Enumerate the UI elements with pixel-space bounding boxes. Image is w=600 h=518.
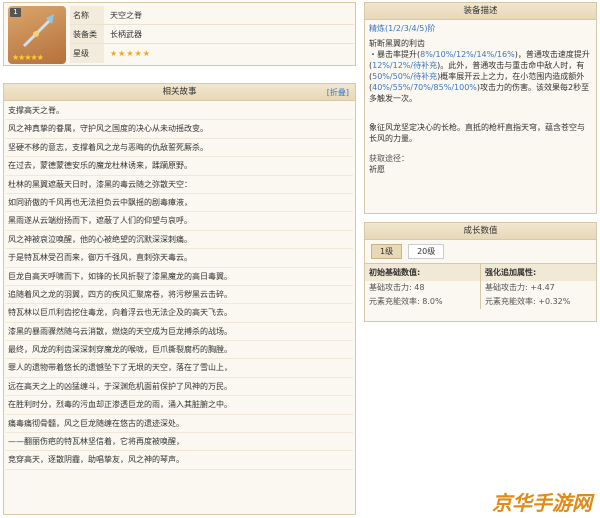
base-stats-heading: 初始基础数值: — [365, 264, 480, 281]
lore-text: 象征风龙坚定决心的长枪。直抵的枪杆直指天穹，蕴含苍空与长风的力量。 — [369, 123, 585, 143]
site-watermark: 京华手游网 — [492, 491, 592, 515]
info-row-name: 名称 天空之脊 — [70, 6, 354, 25]
story-lines: 支撑高天之脊。 风之神真挚的眷属，守护风之国度的决心从未动摇改变。 坚硬不移的意志，… — [4, 101, 355, 471]
description-header: 装备描述 — [365, 3, 596, 20]
skill-text: ・暴击率提升( — [369, 50, 421, 59]
tab-level-20[interactable]: 20级 — [408, 244, 445, 259]
skill-value: 8%/10%/12%/14%/16% — [420, 50, 515, 59]
story-line: ——翻丽伤疤的特瓦林坚信着，它将再度被唤醒， — [6, 433, 353, 452]
bonus-stats-column: 强化追加属性: 基础攻击力: +4.47 元素充能效率: +0.32% — [480, 264, 596, 309]
story-line: 竞穿高天，逐散阴霾，助唱挚友，风之神的琴声。 — [6, 451, 353, 470]
story-line: 特瓦林以巨爪利齿挖住毒龙，向着浮云也无法企及的高天飞去。 — [6, 304, 353, 323]
refine-levels: 精炼(1/2/3/4/5)阶 — [369, 24, 436, 33]
growth-panel: 成长数值 1级 20级 初始基础数值: 基础攻击力: 48 元素充能效率: 8.… — [364, 222, 597, 322]
story-line: 罪人的遗物带着悠长的遗憾坠下了无垠的天空，落在了雪山上， — [6, 359, 353, 378]
bonus-atk: 基础攻击力: +4.47 — [485, 283, 555, 292]
bonus-energy-recharge: 元素充能效率: +0.32% — [485, 297, 571, 306]
story-line: 在过去，蒙德蒙德安乐的魔龙杜林诱来，蹂躏原野。 — [6, 157, 353, 176]
rarity-stars: ★★★★★ — [12, 53, 44, 62]
story-line: 痛毒痛彻骨髓，风之巨龙随缠在悠古的遗迹深处。 — [6, 415, 353, 434]
fold-link[interactable]: [折叠] — [327, 84, 349, 101]
bonus-stats-heading: 强化追加属性: — [481, 264, 596, 281]
base-stats-column: 初始基础数值: 基础攻击力: 48 元素充能效率: 8.0% — [365, 264, 480, 309]
growth-header: 成长数值 — [365, 223, 596, 240]
source-value: 祈愿 — [369, 165, 385, 174]
story-line: 坚硬不移的意志，支撑着风之龙与恶晦的仇敌誓死厮杀。 — [6, 139, 353, 158]
info-row-type: 装备类型 长柄武器 — [70, 25, 354, 58]
story-line: 远在高天之上的凶猛缠斗，于深渊危机面前保护了风神的万民。 — [6, 378, 353, 397]
base-energy-recharge: 元素充能效率: 8.0% — [369, 297, 443, 306]
growth-table: 初始基础数值: 基础攻击力: 48 元素充能效率: 8.0% 强化追加属性: 基… — [365, 263, 596, 309]
story-line: 追随着风之龙的羽翼，四方的疾风汇聚席卷，将污秽黑云击碎。 — [6, 286, 353, 305]
story-line: 于是特瓦林受召而来，御万千强风，直刺弥天毒云。 — [6, 249, 353, 268]
spear-icon — [22, 14, 54, 48]
star-rating: ★★★★★ — [110, 49, 151, 58]
story-line: 最终，风龙的利齿深深刺穿魔龙的喉咙，巨爪撕裂腐朽的胸膛。 — [6, 341, 353, 360]
story-line: 漆黑的暴雨骤然随乌云消散，燃烧的天空成为巨龙搏杀的战场。 — [6, 323, 353, 342]
base-atk: 基础攻击力: 48 — [369, 283, 425, 292]
story-line: 风之神被哀泣唤醒，他的心被绝望的沉默深深刺痛。 — [6, 231, 353, 250]
skill-value: 50%/50%/待补充 — [372, 72, 438, 81]
info-table: 名称 天空之脊 装备类型 长柄武器 星级 ★★★★★ — [70, 6, 354, 63]
info-row-rarity: 星级 ★★★★★ — [70, 44, 354, 63]
skill-value: 40%/55%/70%/85%/100% — [372, 83, 477, 92]
info-key: 名称 — [70, 6, 104, 24]
story-header: 相关故事 [折叠] — [4, 84, 355, 101]
weapon-name: 天空之脊 — [110, 11, 142, 20]
weapon-image: 1 ★★★★★ — [8, 6, 66, 64]
description-body: 精炼(1/2/3/4/5)阶 斩断黑翼的利齿 ・暴击率提升(8%/10%/12%… — [365, 20, 596, 178]
weapon-info-card: 1 ★★★★★ 名称 天空之脊 装备类型 长柄武器 星级 ★★★★★ — [3, 2, 356, 66]
story-line: 支撑高天之脊。 — [6, 102, 353, 121]
story-line: 风之神真挚的眷属，守护风之国度的决心从未动摇改变。 — [6, 120, 353, 139]
story-line: 黑雨遂从云端纷扬而下，遮蔽了人们的仰望与哀呼。 — [6, 212, 353, 231]
story-line: 在胜利时分，烈毒的污血却正渗透巨龙的雨，涌入其脏腑之中。 — [6, 396, 353, 415]
tab-level-1[interactable]: 1级 — [371, 244, 403, 259]
skill-value: 12%/12%/待补充 — [372, 61, 438, 70]
story-panel: 相关故事 [折叠] 支撑高天之脊。 风之神真挚的眷属，守护风之国度的决心从未动摇改… — [3, 83, 356, 515]
story-line: 如同骄傲的千风再也无法担负云中飘摇的剧毒瘴液， — [6, 194, 353, 213]
info-key: 装备类型 — [70, 25, 104, 58]
story-line: 巨龙自高天呼啸而下，如锋的长风折裂了漆黑魔龙的高日毒翼。 — [6, 268, 353, 286]
skill-title: 斩断黑翼的利齿 — [369, 39, 425, 48]
level-tabs: 1级 20级 — [365, 240, 596, 263]
story-line: 杜林的黑翼遮蔽天日时，漆黑的毒云随之弥散天空： — [6, 176, 353, 194]
skill-description: ・暴击率提升(8%/10%/12%/14%/16%)，普通攻击速度提升(12%/… — [369, 49, 592, 104]
info-key: 星级 — [70, 44, 104, 63]
story-title: 相关故事 — [162, 87, 197, 97]
weapon-type: 长柄武器 — [110, 30, 142, 39]
description-panel: 装备描述 精炼(1/2/3/4/5)阶 斩断黑翼的利齿 ・暴击率提升(8%/10… — [364, 2, 597, 214]
source-label: 获取途径： — [369, 154, 409, 163]
